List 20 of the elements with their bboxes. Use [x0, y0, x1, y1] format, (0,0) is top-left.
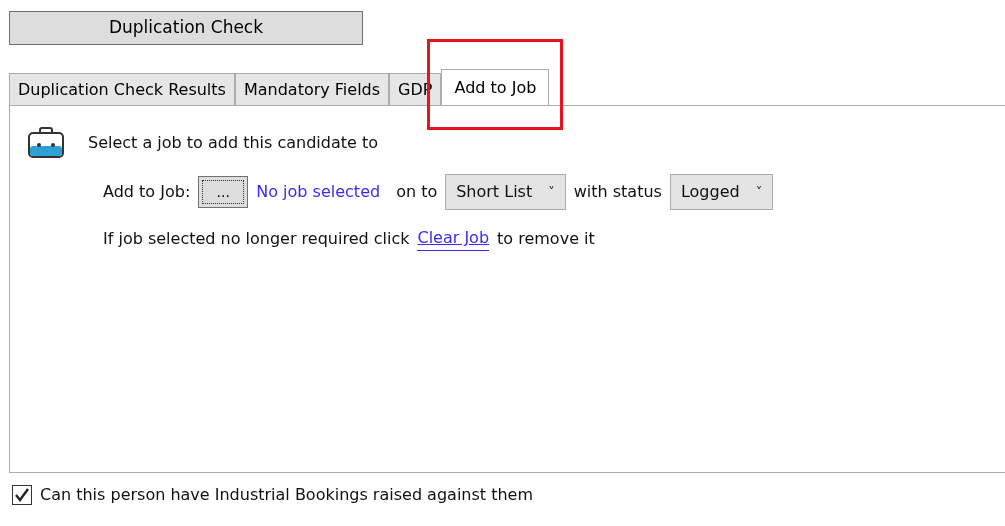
tab[interactable]: Mandatory Fields	[234, 73, 390, 105]
list-dropdown[interactable]: Short List ˅	[445, 174, 566, 210]
field-label: on to	[396, 181, 438, 203]
checkbox-label: Can this person have Industrial Bookings raised against them	[40, 484, 533, 506]
browse-button[interactable]: ...	[198, 176, 249, 208]
caret-icon: ˅	[548, 182, 555, 202]
briefcase-icon	[26, 126, 66, 160]
job-link[interactable]: No job selected	[256, 180, 381, 204]
field-label: Add to Job:	[103, 181, 191, 203]
clear-job-link[interactable]: Clear Job	[417, 226, 490, 251]
duplication-check-button[interactable]: Duplication Check	[9, 11, 363, 45]
status-dropdown[interactable]: Logged ˅	[669, 174, 774, 210]
tab[interactable]: Duplication Check Results	[9, 73, 235, 105]
caret-icon: ˅	[755, 182, 763, 202]
field-label: with status	[573, 181, 662, 203]
info-text: If job selected no longer required click	[103, 227, 410, 250]
tab[interactable]: Add to Job	[441, 69, 550, 105]
info-text: to remove it	[497, 227, 595, 250]
heading-text: Select a job to add this candidate to	[88, 132, 378, 154]
checkbox[interactable]	[12, 485, 32, 505]
